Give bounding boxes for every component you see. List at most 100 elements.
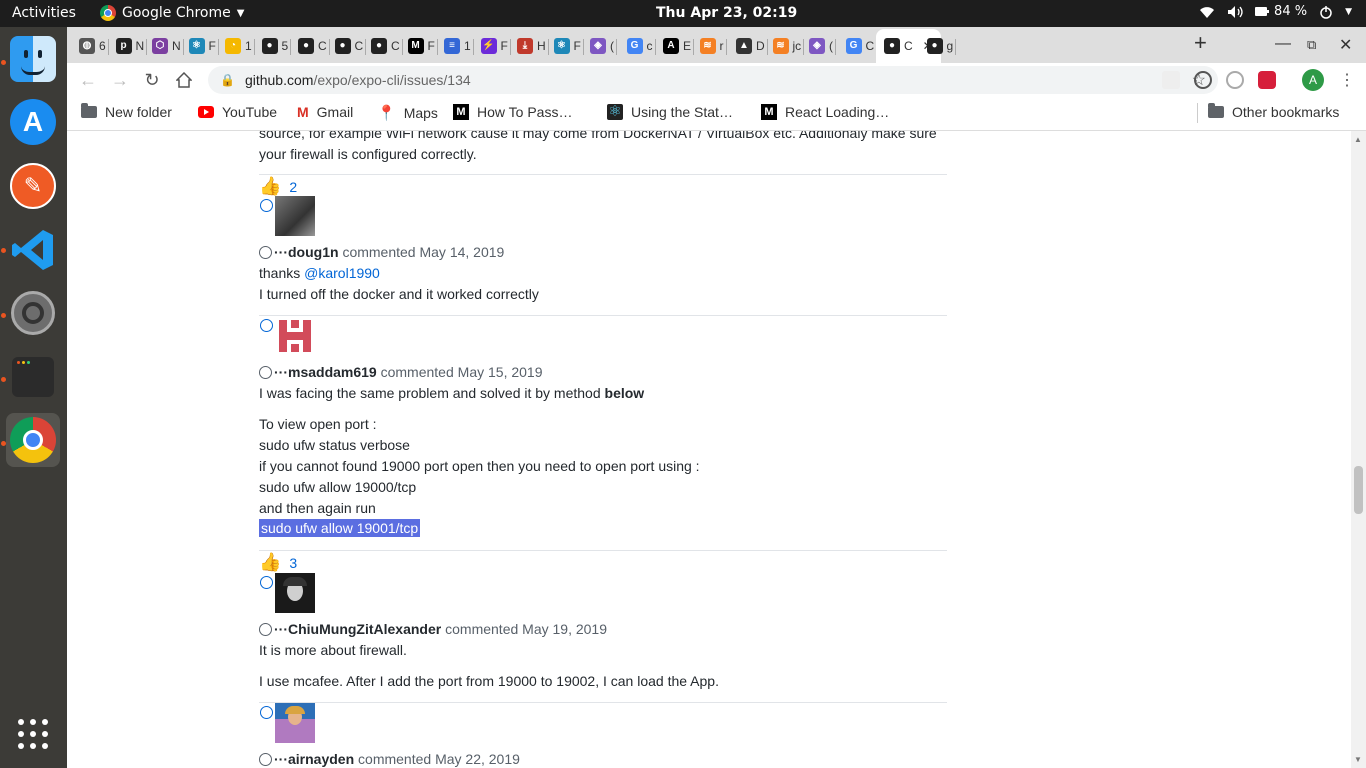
bookmark-how-to-pass[interactable]: M How To Pass… (453, 104, 572, 120)
dock-finder[interactable] (6, 32, 60, 86)
dock-settings[interactable] (6, 286, 60, 340)
tab-8[interactable]: ● C (371, 33, 403, 59)
maximize-button[interactable]: ⧉ (1307, 37, 1316, 53)
dock-terminal[interactable] (6, 350, 60, 404)
more-options-icon[interactable]: ··· (274, 364, 288, 380)
tab-label: C (865, 39, 875, 53)
home-button[interactable] (173, 69, 195, 91)
dock: A ✎ (0, 27, 67, 768)
comment-author[interactable]: doug1n (288, 244, 339, 260)
tab-label: ( (829, 39, 833, 53)
scrollbar-thumb[interactable] (1354, 466, 1363, 514)
add-reaction-icon[interactable] (260, 199, 273, 212)
comment-date[interactable]: May 19, 2019 (522, 621, 607, 637)
more-options-icon[interactable]: ··· (274, 244, 288, 260)
add-reaction-icon[interactable] (260, 576, 273, 589)
menu-dots-icon[interactable]: ⋮ (1339, 70, 1355, 90)
reaction-button[interactable]: 👍 2 (259, 176, 297, 197)
dock-app-store[interactable]: A (6, 95, 60, 149)
avatar[interactable] (275, 196, 315, 236)
close-window-button[interactable]: ✕ (1339, 35, 1352, 55)
tab-10[interactable]: ≡ 1 (444, 33, 474, 59)
activities-button[interactable]: Activities (12, 5, 76, 21)
comment-date[interactable]: May 15, 2019 (458, 364, 543, 380)
comment-author[interactable]: ChiuMungZitAlexander (288, 621, 441, 637)
tab-2[interactable]: ⬡ N (152, 33, 184, 59)
bookmark-gmail[interactable]: M Gmail (297, 104, 353, 120)
tab-13[interactable]: ⚛ F (553, 33, 584, 59)
comment-date[interactable]: May 22, 2019 (435, 751, 520, 767)
bookmark-using-the-stat[interactable]: ⚛ Using the Stat… (607, 104, 733, 120)
avatar[interactable] (275, 703, 315, 743)
more-options-icon[interactable]: ··· (274, 751, 288, 767)
more-options-icon[interactable]: ··· (274, 621, 288, 637)
tab-3[interactable]: ⚛ F (188, 33, 219, 59)
comment-date[interactable]: May 14, 2019 (419, 244, 504, 260)
github-issue-page: source, for example WiFi network cause i… (67, 131, 1351, 768)
page-scrollbar[interactable]: ▲ ▼ (1351, 131, 1366, 768)
add-reaction-icon[interactable] (260, 706, 273, 719)
avatar[interactable] (275, 316, 315, 356)
tab-separator (509, 39, 511, 55)
avatar[interactable] (275, 573, 315, 613)
tab-1[interactable]: pN (115, 33, 148, 59)
user-mention-link[interactable]: @karol1990 (304, 265, 380, 281)
add-reaction-icon[interactable] (260, 319, 273, 332)
tab-11[interactable]: ⚡ F (480, 33, 511, 59)
dock-chrome[interactable] (6, 413, 60, 467)
extension-icon[interactable] (1258, 71, 1276, 89)
minimize-button[interactable]: — (1275, 35, 1291, 53)
add-reaction-icon[interactable] (259, 366, 272, 379)
tab-19[interactable]: ≋ jc (772, 33, 805, 59)
tab-20[interactable]: ◈( (809, 33, 836, 59)
add-reaction-icon[interactable] (259, 623, 272, 636)
tab-17[interactable]: ≋ r (699, 33, 727, 59)
scroll-up-icon[interactable]: ▲ (1354, 135, 1362, 144)
reaction-button[interactable]: 👍 3 (259, 552, 297, 573)
tab-label: C (354, 39, 364, 53)
tab-5[interactable]: ● 5 (261, 33, 292, 59)
profile-avatar[interactable]: A (1302, 69, 1324, 91)
app-menu[interactable]: Google Chrome ▼ (100, 5, 244, 21)
tab-23[interactable]: ● g (926, 33, 957, 59)
bookmark-maps[interactable]: 📍 Maps (377, 104, 438, 122)
tab-15[interactable]: Gc (626, 33, 656, 59)
add-reaction-icon[interactable] (259, 753, 272, 766)
forward-button[interactable]: → (109, 69, 131, 91)
dock-vscode[interactable] (6, 223, 60, 277)
comment-author[interactable]: msaddam619 (288, 364, 377, 380)
bookmark-other-bookmarks[interactable]: Other bookmarks (1208, 103, 1339, 120)
tab-21[interactable]: GC (845, 33, 878, 59)
tab-7[interactable]: ● C (334, 33, 367, 59)
scroll-down-icon[interactable]: ▼ (1354, 755, 1362, 764)
comment-text: sudo ufw status verbose (259, 437, 410, 453)
medium-icon: M (453, 104, 469, 120)
tab-14[interactable]: ◈( (590, 33, 617, 59)
reload-button[interactable]: ↻ (141, 69, 163, 91)
show-applications-button[interactable] (6, 707, 60, 761)
extension-icon[interactable] (1194, 71, 1212, 89)
folder-icon (81, 103, 97, 118)
bookmark-youtube[interactable]: YouTube (198, 104, 277, 120)
tab-16[interactable]: AE (663, 33, 695, 59)
bookmark-new-folder[interactable]: New folder (81, 103, 172, 120)
bookmark-react-loading[interactable]: M React Loading… (761, 104, 889, 120)
extension-icon[interactable] (1226, 71, 1244, 89)
address-bar[interactable]: 🔒 github.com /expo/expo-cli/issues/134 ☆ (208, 66, 1218, 94)
tab-18[interactable]: ▲ D (736, 33, 768, 59)
tab-label: H (537, 39, 546, 53)
tab-6[interactable]: ● C (298, 33, 330, 59)
extension-icon[interactable] (1162, 71, 1180, 89)
new-tab-button[interactable]: + (1194, 30, 1207, 56)
back-button[interactable]: ← (77, 69, 99, 91)
tab-12[interactable]: ⤓ H (517, 33, 549, 59)
add-reaction-icon[interactable] (259, 246, 272, 259)
system-tray[interactable]: 84 % ▼ (1199, 4, 1352, 19)
dock-postman[interactable]: ✎ (6, 159, 60, 213)
clock[interactable]: Thu Apr 23, 02:19 (656, 5, 797, 21)
comment-author[interactable]: airnayden (288, 751, 354, 767)
tab-separator (436, 39, 438, 55)
tab-4[interactable]: ◔ 1 (225, 33, 255, 59)
tab-9[interactable]: MF (407, 33, 438, 59)
tab-0[interactable]: ◍ 6 (79, 33, 109, 59)
